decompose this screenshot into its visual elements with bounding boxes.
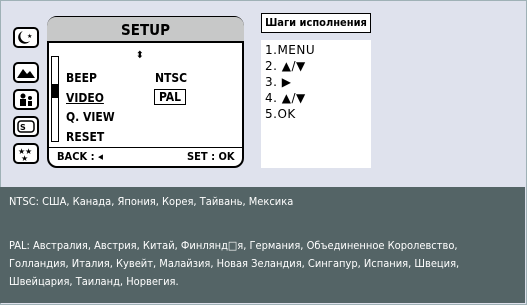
lcd-scrollbar-thumb	[51, 84, 59, 98]
pal-countries: PAL: Австралия, Австрия, Китай, Финлянд□…	[9, 239, 460, 288]
notes-panel: NTSC: США, Канада, Япония, Корея, Тайван…	[0, 187, 525, 303]
step-item: 5.OK	[265, 107, 296, 121]
sport-mode-icon: S	[13, 116, 39, 137]
set-hint: SET : OK	[187, 150, 235, 163]
lcd-scrollbar	[51, 56, 59, 142]
step-item: 2. ▲/▼	[265, 59, 306, 73]
ntsc-countries: NTSC: США, Канада, Япония, Корея, Тайван…	[9, 195, 294, 208]
back-hint: BACK : ◂	[57, 150, 103, 163]
svg-text:★: ★	[27, 33, 32, 40]
svg-text:★: ★	[21, 154, 28, 162]
step-item: 3. ▶	[265, 75, 292, 89]
menu-item-quick-view[interactable]: Q. VIEW	[66, 110, 115, 124]
portrait-mode-icon	[13, 89, 39, 110]
fireworks-mode-icon: ★ ★ ★	[13, 143, 39, 164]
landscape-mode-icon	[13, 62, 39, 83]
menu-option-ntsc[interactable]: NTSC	[155, 71, 187, 85]
up-down-indicator: ⬍	[136, 50, 144, 61]
svg-text:S: S	[20, 123, 26, 132]
lcd-title: SETUP	[121, 21, 170, 39]
steps-title: Шаги исполнения	[261, 13, 371, 33]
step-item: 1.MENU	[265, 43, 316, 57]
menu-option-pal-selected[interactable]: PAL	[154, 89, 187, 105]
lcd-footer-divider	[48, 147, 243, 148]
menu-item-reset[interactable]: RESET	[66, 130, 104, 144]
night-mode-icon: ★	[13, 27, 39, 48]
step-item: 4. ▲/▼	[265, 91, 306, 105]
menu-item-video[interactable]: VIDEO	[66, 91, 104, 105]
menu-item-beep[interactable]: BEEP	[66, 71, 97, 85]
